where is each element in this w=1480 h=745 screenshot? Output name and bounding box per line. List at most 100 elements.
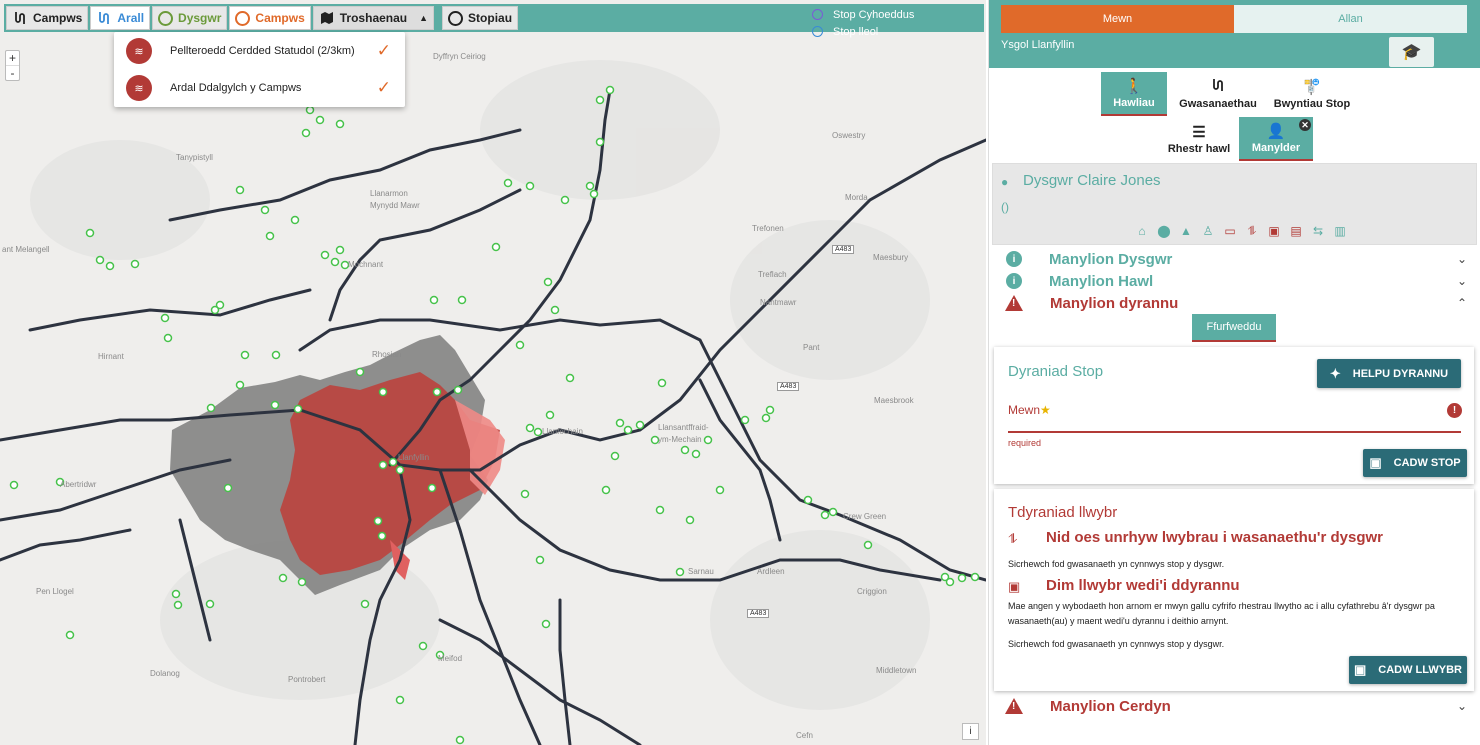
accordion-title: Manylion dyrannu: [1050, 294, 1179, 312]
campws2-label: Campws: [255, 11, 305, 25]
tab-bwyntiau-stop[interactable]: 🚏 Bwyntiau Stop: [1269, 72, 1355, 116]
road-label: A483: [777, 382, 800, 391]
info-icon: i: [1006, 273, 1022, 289]
campws-label: Campws: [33, 11, 83, 25]
arall-route-button[interactable]: Arall: [90, 6, 151, 30]
warning-icon: !: [1005, 698, 1023, 714]
place-label: Maesbury: [873, 253, 909, 262]
help-allocate-button[interactable]: ✦ HELPU DYRANNU: [1317, 359, 1461, 388]
save-icon: ▣: [1369, 455, 1382, 470]
transfer-icon: ⇆: [1312, 224, 1324, 238]
side-panel: Mewn Allan Ysgol Llanfyllin 🎓 🚶 Hawliau …: [988, 0, 1480, 745]
card-icon: ▤: [1290, 224, 1302, 238]
place-label: Maesbrook: [874, 396, 914, 405]
info-icon: i: [1006, 251, 1022, 267]
dysgwr-button[interactable]: Dysgwr: [152, 6, 228, 30]
overlay-walking-distance[interactable]: ≋ Pellteroedd Cerdded Statudol (2/3km) ✓: [114, 33, 405, 69]
place-label: Meifod: [438, 654, 463, 663]
place-label: Oswestry: [832, 131, 866, 140]
bus-stop-icon: 🚏: [1302, 79, 1322, 96]
place-label: Pant: [803, 343, 820, 352]
place-label: Criggion: [857, 587, 887, 596]
check-icon: ✓: [376, 41, 391, 60]
zoom-out-button[interactable]: -: [6, 66, 19, 81]
chevron-down-icon: ⌄: [1456, 274, 1467, 288]
dysgwr-label: Dysgwr: [178, 11, 222, 25]
overlay-catchment[interactable]: ≋ Ardal Ddalgylch y Campws ✓: [114, 70, 405, 106]
tab-manylder[interactable]: 👤 Manylder ✕: [1239, 117, 1313, 161]
legend-public: Stop Cyhoeddus: [833, 8, 915, 21]
person-icon: 👤: [1266, 123, 1286, 140]
bus-alert-icon: ▣: [1268, 224, 1280, 238]
zoom-in-button[interactable]: +: [6, 51, 19, 66]
zoom-control: + -: [5, 50, 20, 81]
tab-hawliau[interactable]: 🚶 Hawliau: [1101, 72, 1167, 116]
card-title: Dyraniad Stop: [1008, 363, 1104, 380]
magic-wand-icon: ✦: [1329, 365, 1341, 381]
troshaenau-label: Troshaenau: [339, 11, 408, 25]
place-label: Sarnau: [688, 567, 714, 576]
learner-subtitle: (): [1001, 200, 1009, 214]
campws-route-button[interactable]: Campws: [6, 6, 89, 30]
place-label: Middletown: [876, 666, 917, 675]
tab-label: Hawliau: [1113, 97, 1155, 109]
stop-field[interactable]: Mewn★: [1008, 403, 1051, 417]
learner-summary: ● Dysgwr Claire Jones () ⌂ ⬤ ▲ ♙ ▭ ⥮ ▣ ▤…: [992, 163, 1477, 245]
ffurfweddu-tab[interactable]: Ffurfweddu: [1192, 314, 1276, 342]
attribution-button[interactable]: i: [962, 723, 979, 740]
school-button[interactable]: 🎓: [1389, 37, 1434, 67]
bus-alert-icon: ▣: [1008, 579, 1021, 594]
person-walking-icon: 🚶: [1124, 78, 1144, 95]
stop-allocation-card: Dyraniad Stop ✦ HELPU DYRANNU Mewn★ ! re…: [994, 347, 1474, 484]
in-toggle[interactable]: Mewn: [1001, 5, 1234, 33]
required-message: required: [1008, 438, 1042, 448]
accordion-manylion-dysgwr[interactable]: i Manylion Dysgwr ⌄: [1001, 248, 1467, 270]
button-label: CADW STOP: [1393, 457, 1461, 469]
place-label: Hirnant: [98, 352, 124, 361]
overlay-label: Pellteroedd Cerdded Statudol (2/3km): [170, 45, 355, 57]
tab-label: Rhestr hawl: [1167, 143, 1231, 155]
accordion-title: Manylion Cerdyn: [1050, 697, 1171, 715]
overlay-label: Ardal Ddalgylch y Campws: [170, 82, 302, 94]
no-routes-heading: Nid oes unrhyw lwybrau i wasanaethu'r dy…: [1046, 529, 1383, 546]
sub-tabs: ☰ Rhestr hawl 👤 Manylder ✕: [1159, 117, 1313, 161]
place-label: Dyffryn Ceiriog: [433, 52, 486, 61]
place-label: Nantmawr: [760, 298, 797, 307]
close-icon[interactable]: ✕: [1299, 119, 1311, 131]
graduation-cap-icon: 🎓: [1401, 44, 1422, 61]
out-toggle[interactable]: Allan: [1234, 5, 1467, 33]
save-stop-button[interactable]: ▣ CADW STOP: [1363, 449, 1467, 477]
chevron-down-icon: ⌄: [1456, 252, 1467, 266]
ruler-icon: ▭: [1224, 224, 1236, 238]
save-route-button[interactable]: ▣ CADW LLWYBR: [1349, 656, 1467, 684]
place-label: Tanypistyll: [176, 153, 213, 162]
accordion-manylion-dyrannu[interactable]: ! Manylion dyrannu ⌃: [1001, 292, 1467, 314]
local-stop-icon: [812, 26, 823, 37]
stopiau-button[interactable]: Stopiau: [442, 6, 519, 30]
no-route-allocated-heading: Dim llwybr wedi'i ddyrannu: [1046, 577, 1240, 594]
chevron-up-icon: ⌃: [1456, 296, 1467, 310]
circle-icon: [235, 10, 251, 26]
layers-icon: ≋: [126, 38, 152, 64]
tab-rhestr-hawl[interactable]: ☰ Rhestr hawl: [1159, 117, 1239, 161]
campws-circle-button[interactable]: Campws: [229, 6, 311, 30]
no-routes-text: Sicrhewch fod gwasanaeth yn cynnwys stop…: [1008, 559, 1225, 569]
place-label: Llanfechain: [542, 427, 583, 436]
learner-name: Dysgwr Claire Jones: [1023, 172, 1161, 189]
tab-label: Gwasanaethau: [1179, 98, 1257, 110]
accordion-manylion-cerdyn[interactable]: ! Manylion Cerdyn ⌄: [1001, 695, 1467, 717]
no-routes-text: Sicrhewch fod gwasanaeth yn cynnwys stop…: [1008, 639, 1225, 649]
direction-toggle: Mewn Allan: [1001, 5, 1467, 33]
graduation-cap-icon: ▲: [1180, 224, 1192, 238]
place-label: Crew Green: [843, 512, 887, 521]
route-icon: ⥮: [1247, 224, 1257, 238]
star-icon: ★: [1040, 403, 1051, 417]
troshaenau-button[interactable]: Troshaenau ▲: [312, 6, 435, 30]
map-canvas[interactable]: [0, 0, 986, 745]
accordion-manylion-hawl[interactable]: i Manylion Hawl ⌄: [1001, 270, 1467, 292]
tab-label: Manylder: [1251, 142, 1301, 154]
map[interactable]: Dyffryn Ceiriog Tanypistyll Oswestry Lla…: [0, 0, 986, 745]
tab-gwasanaethau[interactable]: Gwasanaethau: [1167, 72, 1269, 116]
caret-up-icon: ▲: [419, 13, 429, 23]
info-text: Mae angen y wybodaeth hon arnom er mwyn …: [1008, 601, 1435, 626]
